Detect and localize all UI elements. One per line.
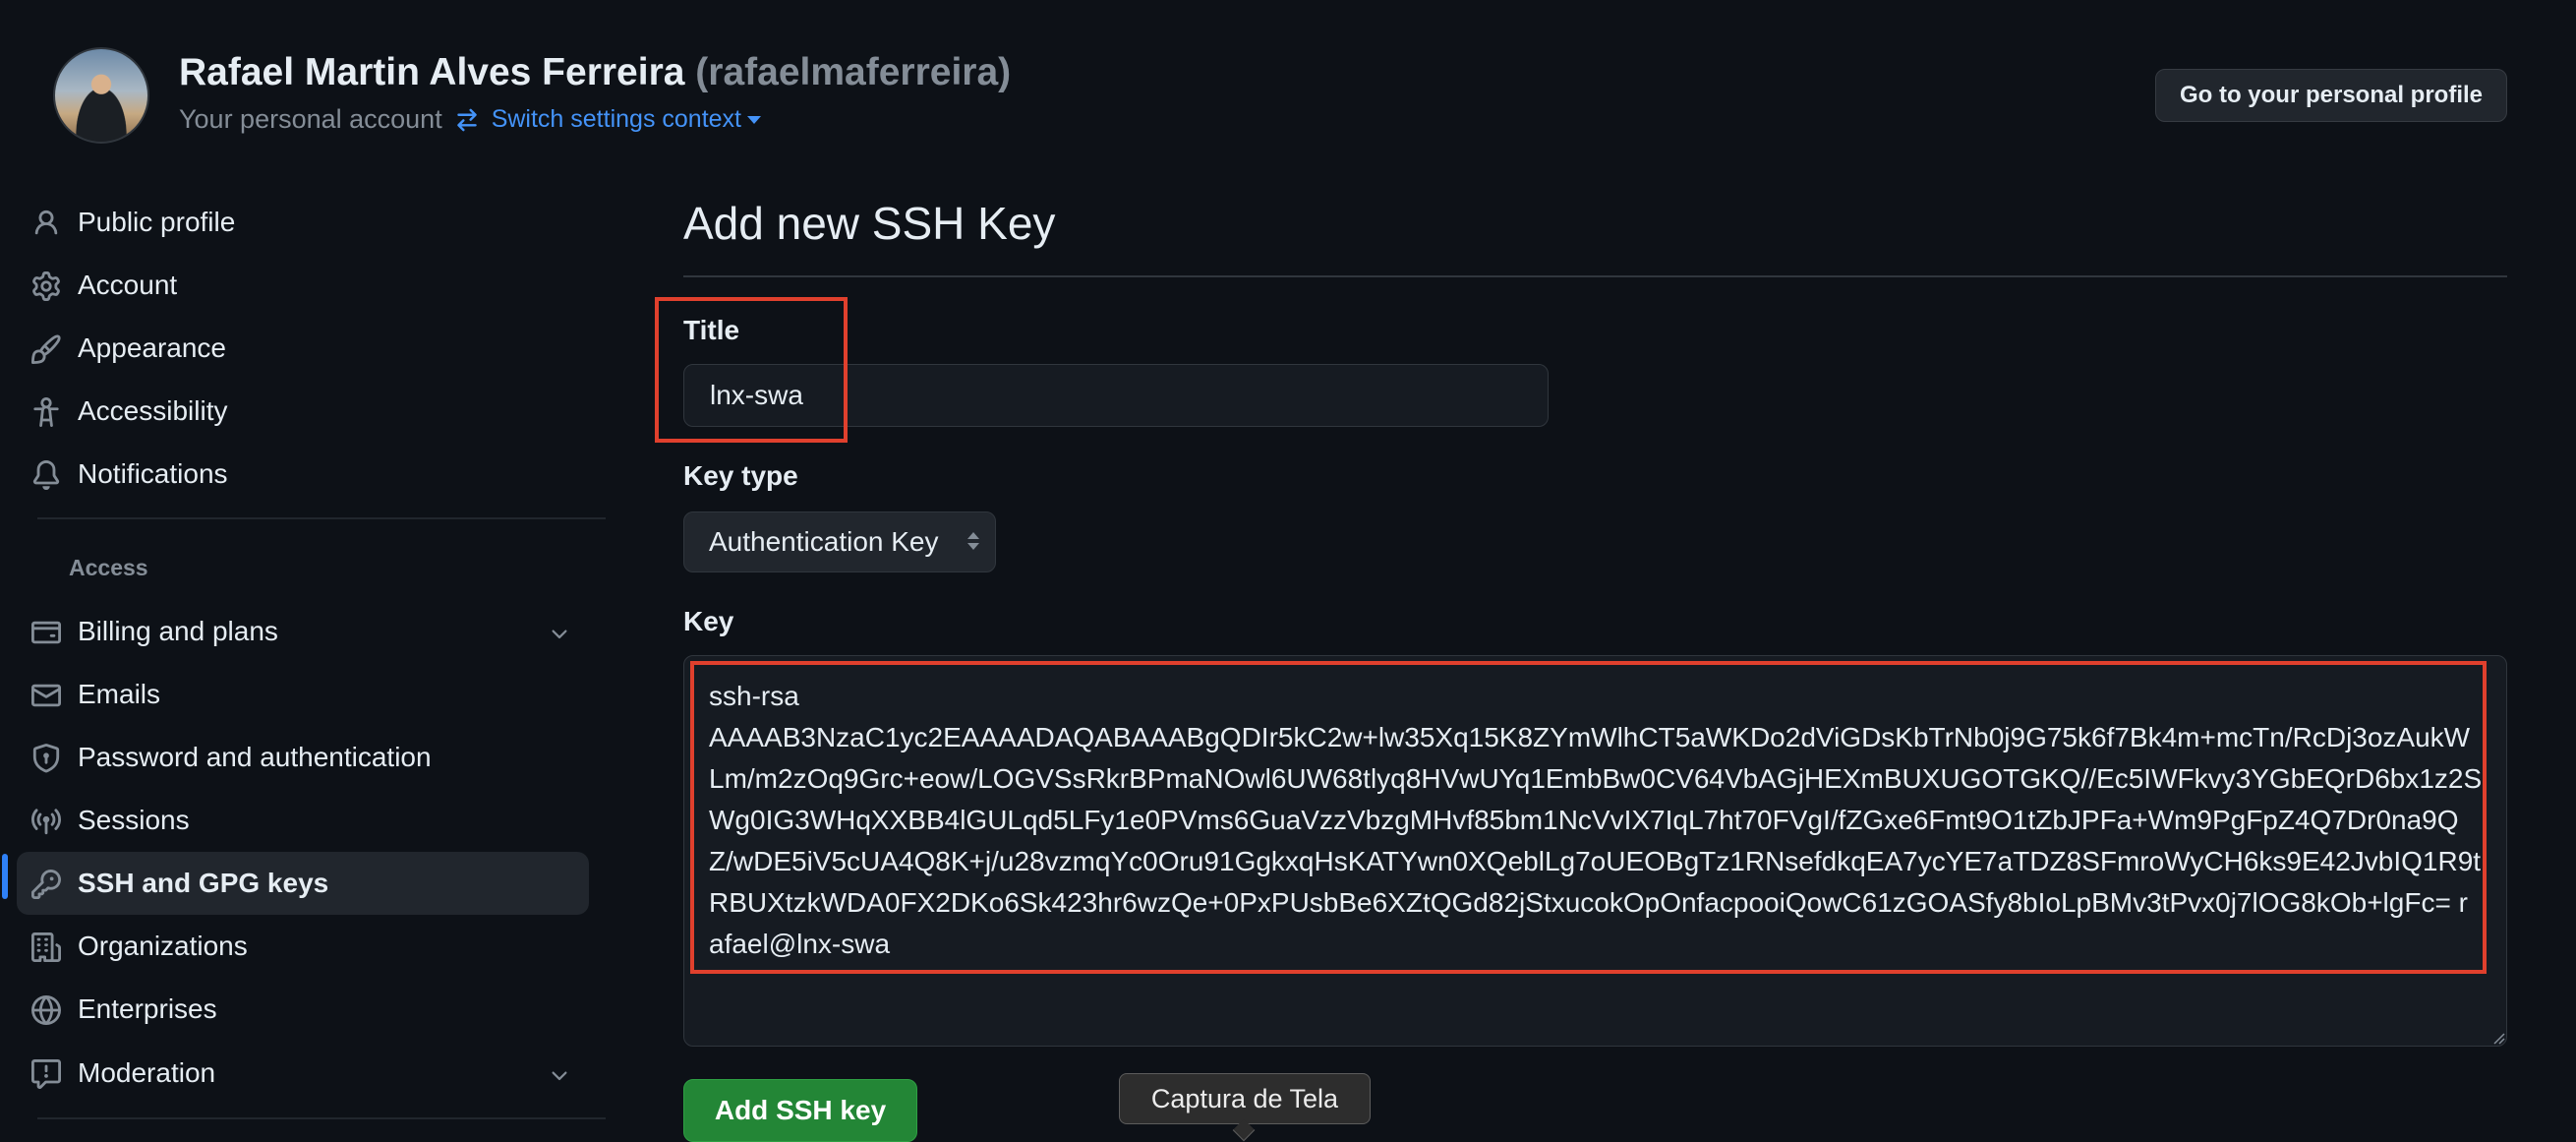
- sidebar-item-password-auth[interactable]: Password and authentication: [17, 726, 589, 789]
- mail-icon: [30, 680, 62, 711]
- broadcast-icon: [30, 806, 62, 837]
- key-type-value: Authentication Key: [709, 526, 939, 557]
- sidebar-item-label: Billing and plans: [78, 616, 278, 646]
- add-ssh-key-button[interactable]: Add SSH key: [683, 1079, 917, 1142]
- arrow-switch-icon: [454, 107, 480, 133]
- title-divider: [683, 275, 2507, 277]
- switch-context-link[interactable]: Switch settings context: [492, 105, 761, 134]
- shield-lock-icon: [30, 743, 62, 774]
- organization-icon: [30, 932, 62, 963]
- chevron-down-icon: [548, 1063, 571, 1095]
- title-label: Title: [683, 315, 740, 345]
- sidebar-item-accessibility[interactable]: Accessibility: [17, 380, 589, 443]
- sidebar-item-label: Appearance: [78, 332, 227, 363]
- sidebar-item-notifications[interactable]: Notifications: [17, 443, 589, 506]
- credit-card-icon: [30, 617, 62, 648]
- sidebar-item-label: Emails: [78, 679, 161, 709]
- bell-icon: [30, 459, 62, 491]
- key-label: Key: [683, 606, 734, 636]
- title-input[interactable]: [683, 364, 1549, 427]
- sidebar-item-moderation[interactable]: Moderation: [17, 1042, 589, 1105]
- sidebar-item-enterprises[interactable]: Enterprises: [17, 978, 589, 1041]
- person-icon: [30, 208, 62, 239]
- sidebar-item-label: Account: [78, 270, 178, 300]
- account-context: Your personal account Switch settings co…: [179, 104, 761, 135]
- caret-down-icon: [747, 115, 761, 124]
- avatar[interactable]: [53, 47, 149, 144]
- gear-icon: [30, 270, 62, 302]
- sidebar-divider: [37, 1117, 606, 1119]
- select-arrows-icon: [967, 532, 979, 550]
- sidebar-section-access: Access: [69, 555, 148, 580]
- sidebar-item-label: SSH and GPG keys: [78, 868, 329, 898]
- sidebar-item-account[interactable]: Account: [17, 254, 589, 317]
- user-handle: (rafaelmaferreira): [695, 51, 1012, 93]
- sidebar-item-label: Enterprises: [78, 993, 217, 1024]
- key-type-label: Key type: [683, 460, 798, 491]
- sidebar-item-label: Notifications: [78, 458, 228, 489]
- key-textarea[interactable]: ssh-rsa AAAAB3NzaC1yc2EAAAADAQABAAABgQDI…: [683, 655, 2507, 1047]
- sidebar-item-label: Organizations: [78, 931, 248, 961]
- sidebar-item-label: Public profile: [78, 207, 236, 237]
- sidebar-divider: [37, 517, 606, 519]
- screenshot-tooltip: Captura de Tela: [1119, 1073, 1371, 1124]
- sidebar-item-label: Accessibility: [78, 395, 228, 426]
- sidebar-item-organizations[interactable]: Organizations: [17, 915, 589, 978]
- active-indicator: [2, 854, 8, 899]
- sidebar-item-label: Sessions: [78, 805, 190, 835]
- globe-icon: [30, 994, 62, 1026]
- account-label: Your personal account: [179, 104, 442, 134]
- sidebar-item-emails[interactable]: Emails: [17, 663, 589, 726]
- page-title: Add new SSH Key: [683, 198, 1056, 249]
- go-to-profile-button[interactable]: Go to your personal profile: [2155, 69, 2507, 122]
- sidebar-item-appearance[interactable]: Appearance: [17, 317, 589, 380]
- sidebar-item-billing[interactable]: Billing and plans: [17, 600, 589, 663]
- user-name: Rafael Martin Alves Ferreira (rafaelmafe…: [179, 51, 1011, 94]
- chevron-down-icon: [548, 622, 571, 653]
- key-icon: [30, 869, 62, 900]
- paintbrush-icon: [30, 333, 62, 365]
- sidebar-item-public-profile[interactable]: Public profile: [17, 191, 589, 254]
- switch-context-label: Switch settings context: [491, 105, 741, 133]
- report-icon: [30, 1058, 62, 1090]
- key-type-select[interactable]: Authentication Key: [683, 511, 996, 572]
- resize-handle-icon[interactable]: [2491, 1031, 2505, 1045]
- sidebar-item-ssh-gpg-keys[interactable]: SSH and GPG keys: [17, 852, 589, 915]
- sidebar-item-label: Password and authentication: [78, 742, 432, 772]
- sidebar-item-label: Moderation: [78, 1057, 216, 1088]
- user-full-name: Rafael Martin Alves Ferreira: [179, 51, 685, 93]
- sidebar-item-sessions[interactable]: Sessions: [17, 789, 589, 852]
- accessibility-icon: [30, 396, 62, 428]
